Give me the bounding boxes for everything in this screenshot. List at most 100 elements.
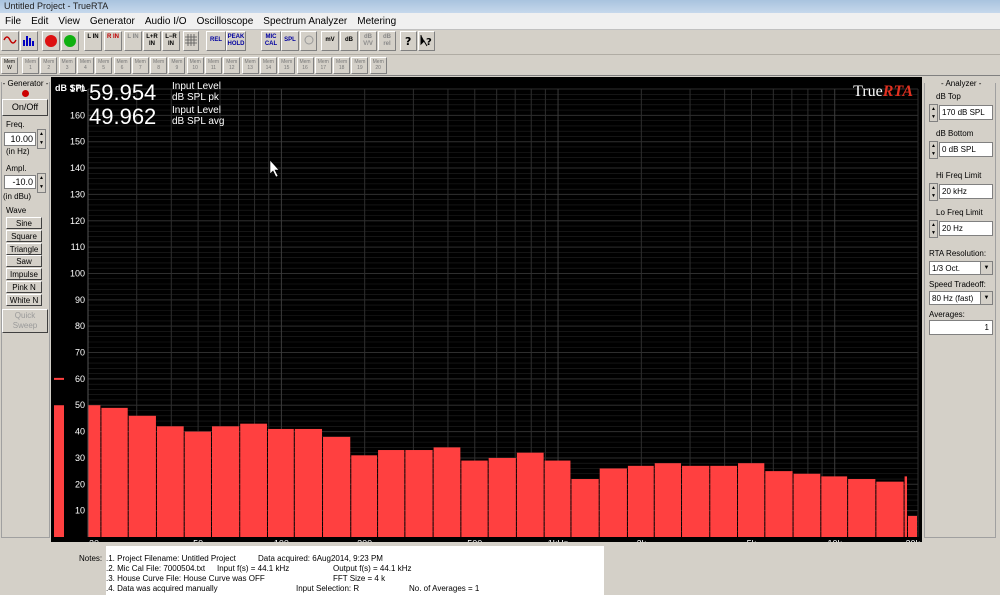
memory-slot-button[interactable]: Mem 17 (314, 57, 332, 74)
menu-file[interactable]: File (0, 13, 26, 30)
db-top-spinner[interactable]: ▲ ▼ (929, 104, 938, 122)
window-title: Untitled Project - TrueRTA (4, 1, 109, 11)
spl-button[interactable]: SPL (281, 31, 299, 51)
menu-edit[interactable]: Edit (26, 13, 53, 30)
frequency-field[interactable]: 10.00 (4, 132, 36, 146)
quick-sweep-button[interactable]: Quick Sweep (2, 309, 48, 333)
note-input-fs: Input f(s) = 44.1 kHz (217, 564, 290, 573)
wave-impulse-button[interactable]: Impulse (6, 268, 42, 281)
relative-button[interactable]: REL (206, 31, 226, 51)
main-toolbar: L IN R IN L IN L+R IN L−R IN REL PEAK HO… (0, 31, 1000, 55)
memory-slot-button[interactable]: Mem 7 (131, 57, 149, 74)
spectrum-bar (793, 473, 821, 537)
wave-saw-button[interactable]: Saw (6, 255, 42, 268)
sum-input-button[interactable]: L+R IN (143, 31, 161, 51)
rta-resolution-select[interactable]: 1/3 Oct. ▼ (929, 261, 993, 275)
spectrum-bar (405, 450, 433, 537)
db-bottom-field[interactable]: 0 dB SPL (939, 142, 993, 157)
memory-slot-button[interactable]: Mem 3 (58, 57, 76, 74)
lo-freq-label: Lo Freq Limit (936, 208, 983, 217)
right-input-button[interactable]: R IN (104, 31, 122, 51)
amplitude-spinner[interactable]: ▲ ▼ (37, 173, 46, 193)
db-bottom-spinner[interactable]: ▲ ▼ (929, 141, 938, 159)
spectrum-bar (765, 471, 793, 537)
x-tick-label: 10k (827, 538, 842, 542)
spectrum-bar (101, 407, 128, 537)
average-level-unit: dB SPL avg (172, 116, 224, 127)
memory-slot-button[interactable]: Mem 1 (22, 57, 39, 74)
memory-slot-button[interactable]: Mem 9 (168, 57, 186, 74)
note-house-curve: .3. House Curve File: House Curve was OF… (106, 574, 265, 583)
hi-freq-field[interactable]: 20 kHz (939, 184, 993, 199)
menu-audio-io[interactable]: Audio I/O (140, 13, 192, 30)
speed-tradeoff-select[interactable]: 80 Hz (fast) ▼ (929, 291, 993, 305)
generator-on-off-button[interactable]: On/Off (2, 99, 48, 116)
db-top-field[interactable]: 170 dB SPL (939, 105, 993, 120)
memory-slot-button[interactable]: Mem 12 (223, 57, 241, 74)
memory-slot-button[interactable]: Mem 2 (40, 57, 58, 74)
memory-slot-button[interactable]: Mem 8 (150, 57, 168, 74)
wave-sine-button[interactable]: Sine (6, 217, 42, 229)
db-vv-button[interactable]: dB V/V (359, 31, 377, 51)
amplitude-field[interactable]: -10.0 (4, 175, 36, 189)
wave-triangle-button[interactable]: Triangle (6, 242, 42, 255)
off-button[interactable] (300, 31, 317, 51)
y-tick-label: 70 (75, 348, 85, 358)
memory-working-button[interactable]: Mem W (1, 57, 18, 74)
mic-cal-button[interactable]: MIC CAL (261, 31, 281, 51)
memory-slot-button[interactable]: Mem 6 (113, 57, 131, 74)
svg-text:?: ? (405, 35, 411, 48)
help-button[interactable]: ? (400, 31, 417, 51)
lo-freq-field[interactable]: 20 Hz (939, 221, 993, 236)
go-button[interactable] (61, 31, 79, 51)
frequency-spinner[interactable]: ▲ ▼ (37, 129, 46, 149)
notes-panel: Notes: .1. Project Filename: Untitled Pr… (0, 546, 1000, 595)
memory-slot-button[interactable]: Mem 19 (351, 57, 369, 74)
lo-freq-spinner[interactable]: ▲ ▼ (929, 220, 938, 238)
millivolt-button[interactable]: mV (321, 31, 339, 51)
truerta-logo: TrueRTA (853, 83, 913, 100)
db-rel-button[interactable]: dB rel (378, 31, 396, 51)
menu-metering[interactable]: Metering (352, 13, 401, 30)
y-tick-label: 120 (70, 216, 85, 226)
memory-slot-button[interactable]: Mem 18 (333, 57, 351, 74)
chevron-down-icon: ▼ (980, 262, 992, 274)
memory-toolbar: Mem W Mem 1 Mem 2 Mem 3 Mem 4 Mem 5 Mem 6 Mem 7 Mem 8 Mem… (0, 55, 1000, 76)
spectrum-mode-button[interactable] (20, 31, 38, 51)
context-help-button[interactable]: ? (418, 31, 435, 51)
wave-white-n-button[interactable]: White N (6, 293, 42, 306)
wave-square-button[interactable]: Square (6, 229, 42, 242)
analyzer-panel: - Analyzer - dB Top ▲ ▼ 170 dB SPL dB Bot… (924, 77, 1000, 542)
memory-slot-button[interactable]: Mem 20 (369, 57, 387, 74)
grid-button[interactable] (183, 31, 199, 51)
memory-slot-button[interactable]: Mem 16 (296, 57, 314, 74)
peak-hold-button[interactable]: PEAK HOLD (226, 31, 246, 51)
memory-slot-button[interactable]: Mem 14 (259, 57, 277, 74)
oscilloscope-mode-button[interactable] (1, 31, 19, 51)
y-tick-label: 160 (70, 110, 85, 120)
memory-slot-button[interactable]: Mem 11 (205, 57, 222, 74)
menu-spectrum-analyzer[interactable]: Spectrum Analyzer (258, 13, 352, 30)
menu-view[interactable]: View (53, 13, 85, 30)
memory-slot-button[interactable]: Mem 15 (278, 57, 296, 74)
menu-oscilloscope[interactable]: Oscilloscope (192, 13, 259, 30)
memory-slot-button[interactable]: Mem 5 (95, 57, 113, 74)
menu-generator[interactable]: Generator (85, 13, 140, 30)
wave-pink-n-button[interactable]: Pink N (6, 281, 42, 293)
difference-input-button[interactable]: L−R IN (162, 31, 180, 51)
stop-button[interactable] (42, 31, 60, 51)
left-input-alt-button[interactable]: L IN (124, 31, 142, 51)
spectrum-bar (544, 460, 571, 537)
memory-slot-button[interactable]: Mem 13 (241, 57, 259, 74)
help-icon: ? (405, 35, 411, 48)
averages-field[interactable]: 1 (929, 320, 993, 335)
logo-text-true: True (853, 83, 883, 100)
hi-freq-spinner[interactable]: ▲ ▼ (929, 183, 938, 201)
decibel-button[interactable]: dB (340, 31, 358, 51)
spectrum-bar (433, 447, 461, 537)
left-input-button[interactable]: L IN (84, 31, 102, 51)
memory-slot-button[interactable]: Mem 10 (186, 57, 204, 74)
wave-label: Wave (6, 206, 27, 215)
memory-slot-button[interactable]: Mem 4 (76, 57, 94, 74)
generator-title: - Generator - (2, 79, 49, 89)
